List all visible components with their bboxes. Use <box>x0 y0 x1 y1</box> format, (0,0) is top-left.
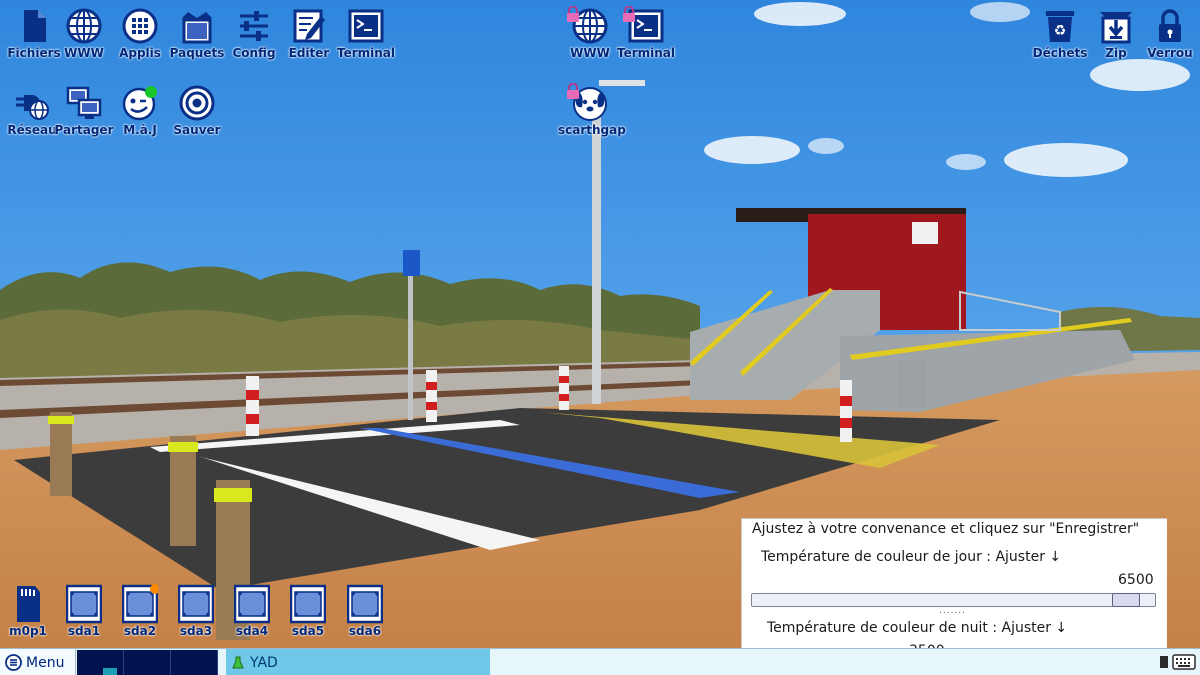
night-temperature-label: Température de couleur de nuit : Ajuster… <box>767 620 1068 636</box>
day-temperature-value: 6500 <box>1118 572 1154 588</box>
dialog-separator: ....... <box>939 606 967 616</box>
recycle-bin-icon: ♻ <box>1046 11 1074 42</box>
desktop-icon-label: Verrou <box>1147 46 1193 60</box>
globe-icon <box>66 8 102 44</box>
target-save-icon <box>179 85 215 121</box>
desktop-icon-terminal-locked[interactable]: Terminal <box>614 2 678 68</box>
network-tray-icon[interactable] <box>1158 652 1170 672</box>
lock-badge-icon <box>567 83 579 99</box>
drive-label: m0p1 <box>9 624 47 638</box>
drive-icon <box>234 584 270 624</box>
network-plug-icon <box>16 95 49 120</box>
document-icon <box>24 10 46 42</box>
drive-icon <box>178 584 214 624</box>
menu-icon <box>5 654 22 671</box>
desktop-icon-verrou[interactable]: Verrou <box>1138 2 1200 68</box>
day-slider-handle[interactable] <box>1112 593 1140 607</box>
desktop-icon-editer[interactable]: Editer <box>277 2 341 68</box>
desktop-icon-paquets[interactable]: Paquets <box>165 2 229 68</box>
desktop-icon-label: Editer <box>288 46 330 60</box>
drive-label: sda5 <box>291 624 325 638</box>
desktop-icon-label: Partager <box>54 123 114 137</box>
desktop-icon-terminal[interactable]: Terminal <box>334 2 398 68</box>
desktop-icon-partager[interactable]: Partager <box>52 79 116 145</box>
desktop-icon-applis[interactable]: Applis <box>108 2 172 68</box>
drive-icon <box>122 584 158 624</box>
pager-desktop-3[interactable] <box>171 650 218 675</box>
dialog-instruction: Ajustez à votre convenance et cliquez su… <box>752 521 1140 537</box>
share-computers-icon <box>66 86 102 119</box>
desktop-icon-label: scarthgap <box>558 123 626 137</box>
drive-icon-sda5[interactable]: sda5 <box>284 582 332 642</box>
keyboard-tray-icon[interactable] <box>1172 652 1196 672</box>
drive-icon-sda1[interactable]: sda1 <box>60 582 108 642</box>
sd-card-icon <box>17 586 40 622</box>
drive-icon-sda6[interactable]: sda6 <box>341 582 389 642</box>
drive-icon <box>290 584 326 624</box>
drive-label: sda6 <box>348 624 382 638</box>
desktop-icon-www[interactable]: WWW <box>52 2 116 68</box>
day-temperature-slider[interactable] <box>751 593 1156 607</box>
desktop-icon-label: WWW <box>570 46 610 60</box>
drive-label: sda3 <box>179 624 213 638</box>
desktop-icon-label: WWW <box>64 46 104 60</box>
apps-grid-icon <box>122 8 158 44</box>
pager-desktop-2[interactable] <box>124 650 171 675</box>
drive-label: sda1 <box>67 624 101 638</box>
menu-button[interactable]: Menu <box>0 649 76 675</box>
drive-icon-sda2[interactable]: sda2 <box>116 582 164 642</box>
update-face-icon <box>122 86 157 121</box>
lock-badge-icon <box>567 6 579 22</box>
edit-icon <box>293 9 325 43</box>
task-label: YAD <box>250 654 278 671</box>
padlock-icon <box>1159 9 1181 42</box>
desktop-icon-label: Sauver <box>173 123 221 137</box>
taskbar-task-yad[interactable]: YAD <box>226 649 490 675</box>
desktop-icon-label: Déchets <box>1032 46 1088 60</box>
desktop-icon-label: Paquets <box>169 46 225 60</box>
terminal-icon <box>348 9 384 43</box>
pager-desktop-1[interactable] <box>77 650 124 675</box>
pager-window-marker <box>103 668 117 675</box>
desktop-icon-scarthgap[interactable]: scarthgap <box>558 79 626 145</box>
menu-label: Menu <box>26 654 65 671</box>
drive-icon-sda4[interactable]: sda4 <box>228 582 276 642</box>
drive-icon <box>66 584 102 624</box>
package-icon <box>182 12 212 44</box>
drive-label: sda2 <box>123 624 157 638</box>
drive-icon <box>347 584 383 624</box>
desktop-icon-dechets[interactable]: ♻ Déchets <box>1028 2 1092 68</box>
desktop-icon-maj[interactable]: M.à.J <box>108 79 172 145</box>
zip-archive-icon <box>1100 12 1132 44</box>
drive-icon-sda3[interactable]: sda3 <box>172 582 220 642</box>
desktop-icon-label: M.à.J <box>123 123 157 137</box>
desktop-icon-label: Applis <box>119 46 161 60</box>
desktop-icon-label: Terminal <box>616 46 676 60</box>
desktop-icon-label: Terminal <box>336 46 396 60</box>
svg-text:♻: ♻ <box>1054 23 1067 39</box>
drive-label: sda4 <box>235 624 269 638</box>
flask-icon <box>232 656 244 668</box>
lock-badge-icon <box>623 6 635 22</box>
taskbar: Menu YAD <box>0 648 1200 675</box>
desktop-icon-www-locked[interactable]: WWW <box>558 2 622 68</box>
sliders-icon <box>240 11 268 41</box>
drive-icon-m0p1[interactable]: m0p1 <box>4 582 52 642</box>
desktop-icon-sauver[interactable]: Sauver <box>165 79 229 145</box>
day-temperature-label: Température de couleur de jour : Ajuster… <box>761 549 1062 565</box>
